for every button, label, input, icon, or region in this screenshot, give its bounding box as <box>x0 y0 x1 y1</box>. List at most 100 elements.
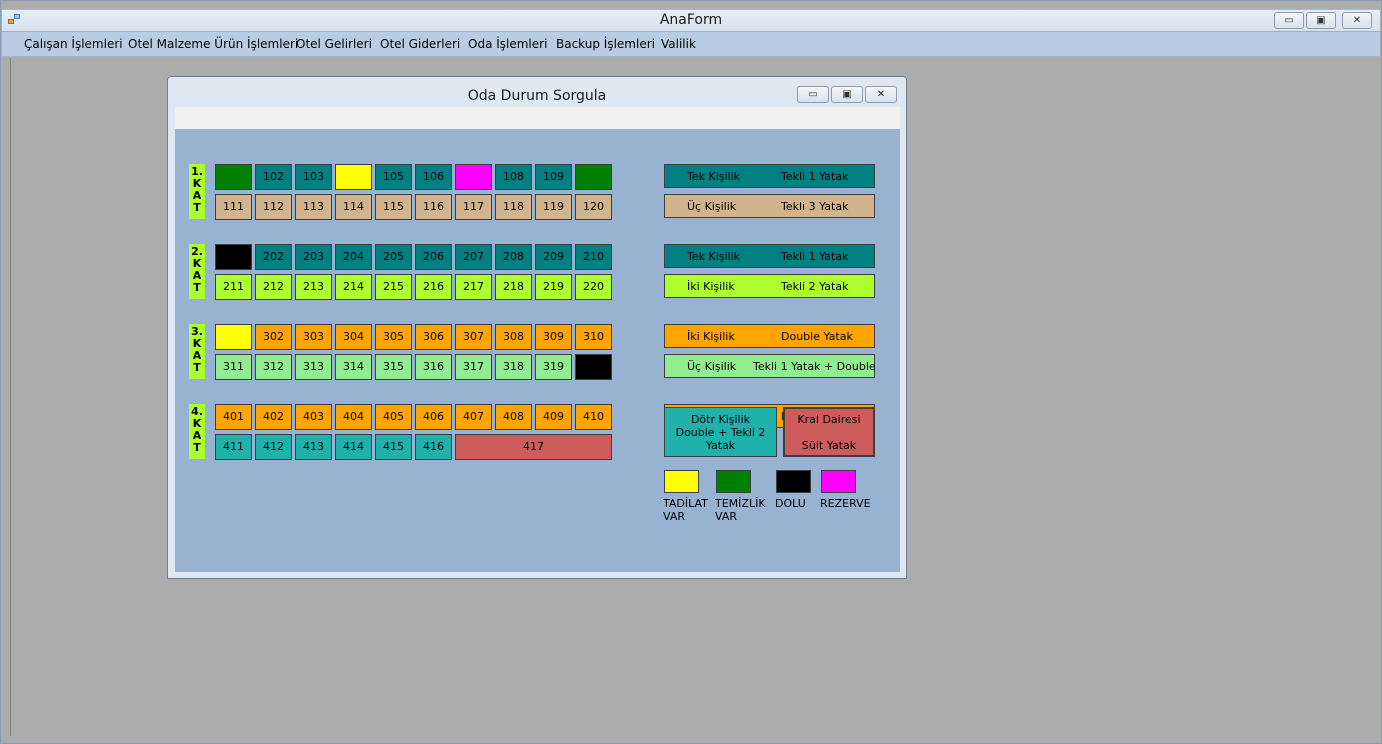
room-108[interactable]: 108 <box>495 164 532 190</box>
room-203[interactable]: 203 <box>295 244 332 270</box>
room-118[interactable]: 118 <box>495 194 532 220</box>
room-status-cell[interactable] <box>575 354 612 380</box>
room-309[interactable]: 309 <box>535 324 572 350</box>
room-409[interactable]: 409 <box>535 404 572 430</box>
room-115[interactable]: 115 <box>375 194 412 220</box>
room-213[interactable]: 213 <box>295 274 332 300</box>
close-button[interactable]: ✕ <box>1342 12 1372 29</box>
room-312[interactable]: 312 <box>255 354 292 380</box>
room-204[interactable]: 204 <box>335 244 372 270</box>
menu-otel-malzeme-urun-islemleri[interactable]: Otel Malzeme Ürün İşlemleri <box>128 37 298 51</box>
floor-label-2: 2. K A T <box>189 244 205 299</box>
menu-valilik[interactable]: Valilik <box>661 37 696 51</box>
room-120[interactable]: 120 <box>575 194 612 220</box>
room-114[interactable]: 114 <box>335 194 372 220</box>
room-113[interactable]: 113 <box>295 194 332 220</box>
room-412[interactable]: 412 <box>255 434 292 460</box>
room-408[interactable]: 408 <box>495 404 532 430</box>
menu-oda-islemleri[interactable]: Oda İşlemleri <box>468 37 547 51</box>
room-status-cell[interactable] <box>215 244 252 270</box>
child-minimize-button[interactable]: ▭ <box>797 86 829 103</box>
room-407[interactable]: 407 <box>455 404 492 430</box>
restore-button[interactable]: ▣ <box>1306 12 1336 29</box>
minimize-button[interactable]: ▭ <box>1274 12 1304 29</box>
room-208[interactable]: 208 <box>495 244 532 270</box>
room-313[interactable]: 313 <box>295 354 332 380</box>
room-status-cell[interactable] <box>335 164 372 190</box>
room-304[interactable]: 304 <box>335 324 372 350</box>
room-112[interactable]: 112 <box>255 194 292 220</box>
room-311[interactable]: 311 <box>215 354 252 380</box>
room-310[interactable]: 310 <box>575 324 612 350</box>
room-status-cell[interactable] <box>215 324 252 350</box>
room-202[interactable]: 202 <box>255 244 292 270</box>
room-210[interactable]: 210 <box>575 244 612 270</box>
room-212[interactable]: 212 <box>255 274 292 300</box>
room-413[interactable]: 413 <box>295 434 332 460</box>
room-307[interactable]: 307 <box>455 324 492 350</box>
room-315[interactable]: 315 <box>375 354 412 380</box>
room-205[interactable]: 205 <box>375 244 412 270</box>
room-106[interactable]: 106 <box>415 164 452 190</box>
room-103[interactable]: 103 <box>295 164 332 190</box>
menu-backup-islemleri[interactable]: Backup İşlemleri <box>556 37 655 51</box>
child-maximize-button[interactable]: ▣ <box>831 86 863 103</box>
room-415[interactable]: 415 <box>375 434 412 460</box>
room-411[interactable]: 411 <box>215 434 252 460</box>
menu-otel-gelirleri[interactable]: Otel Gelirleri <box>296 37 372 51</box>
room-318[interactable]: 318 <box>495 354 532 380</box>
room-117[interactable]: 117 <box>455 194 492 220</box>
room-206[interactable]: 206 <box>415 244 452 270</box>
room-type-1-2[interactable]: Üç Kişilik Tekli 3 Yatak <box>664 194 875 218</box>
room-109[interactable]: 109 <box>535 164 572 190</box>
room-214[interactable]: 214 <box>335 274 372 300</box>
room-116[interactable]: 116 <box>415 194 452 220</box>
suite-type-kral-dairesi[interactable]: Kral Dairesi Süit Yatak <box>783 407 875 457</box>
room-type-2-2[interactable]: İki Kişilik Tekli 2 Yatak <box>664 274 875 298</box>
room-401[interactable]: 401 <box>215 404 252 430</box>
room-217[interactable]: 217 <box>455 274 492 300</box>
room-319[interactable]: 319 <box>535 354 572 380</box>
room-105[interactable]: 105 <box>375 164 412 190</box>
room-305[interactable]: 305 <box>375 324 412 350</box>
room-216[interactable]: 216 <box>415 274 452 300</box>
room-218[interactable]: 218 <box>495 274 532 300</box>
room-type-2-1[interactable]: Tek Kişilik Tekli 1 Yatak <box>664 244 875 268</box>
room-status-cell[interactable] <box>455 164 492 190</box>
room-303[interactable]: 303 <box>295 324 332 350</box>
menu-calisan-islemleri[interactable]: Çalışan İşlemleri <box>24 37 123 51</box>
room-type-3-2[interactable]: Üç Kişilik Tekli 1 Yatak + Double <box>664 354 876 378</box>
room-317[interactable]: 317 <box>455 354 492 380</box>
room-405[interactable]: 405 <box>375 404 412 430</box>
room-219[interactable]: 219 <box>535 274 572 300</box>
room-406[interactable]: 406 <box>415 404 452 430</box>
room-416[interactable]: 416 <box>415 434 452 460</box>
room-410[interactable]: 410 <box>575 404 612 430</box>
room-207[interactable]: 207 <box>455 244 492 270</box>
menu-otel-giderleri[interactable]: Otel Giderleri <box>380 37 460 51</box>
room-403[interactable]: 403 <box>295 404 332 430</box>
room-209[interactable]: 209 <box>535 244 572 270</box>
room-211[interactable]: 211 <box>215 274 252 300</box>
room-314[interactable]: 314 <box>335 354 372 380</box>
room-417[interactable]: 417 <box>455 434 612 460</box>
room-302[interactable]: 302 <box>255 324 292 350</box>
room-220[interactable]: 220 <box>575 274 612 300</box>
room-306[interactable]: 306 <box>415 324 452 350</box>
room-type-1-1[interactable]: Tek Kişilik Tekli 1 Yatak <box>664 164 875 188</box>
room-type-bed: Tekli 2 Yatak <box>781 280 849 293</box>
child-close-button[interactable]: ✕ <box>865 86 897 103</box>
room-404[interactable]: 404 <box>335 404 372 430</box>
room-308[interactable]: 308 <box>495 324 532 350</box>
room-414[interactable]: 414 <box>335 434 372 460</box>
room-215[interactable]: 215 <box>375 274 412 300</box>
room-type-3-1[interactable]: İki Kişilik Double Yatak <box>664 324 875 348</box>
room-status-cell[interactable] <box>215 164 252 190</box>
room-102[interactable]: 102 <box>255 164 292 190</box>
room-316[interactable]: 316 <box>415 354 452 380</box>
room-111[interactable]: 111 <box>215 194 252 220</box>
room-402[interactable]: 402 <box>255 404 292 430</box>
room-119[interactable]: 119 <box>535 194 572 220</box>
room-status-cell[interactable] <box>575 164 612 190</box>
suite-type-dort-kisilik[interactable]: Dötr Kişilik Double + Tekli 2 Yatak <box>664 407 777 457</box>
